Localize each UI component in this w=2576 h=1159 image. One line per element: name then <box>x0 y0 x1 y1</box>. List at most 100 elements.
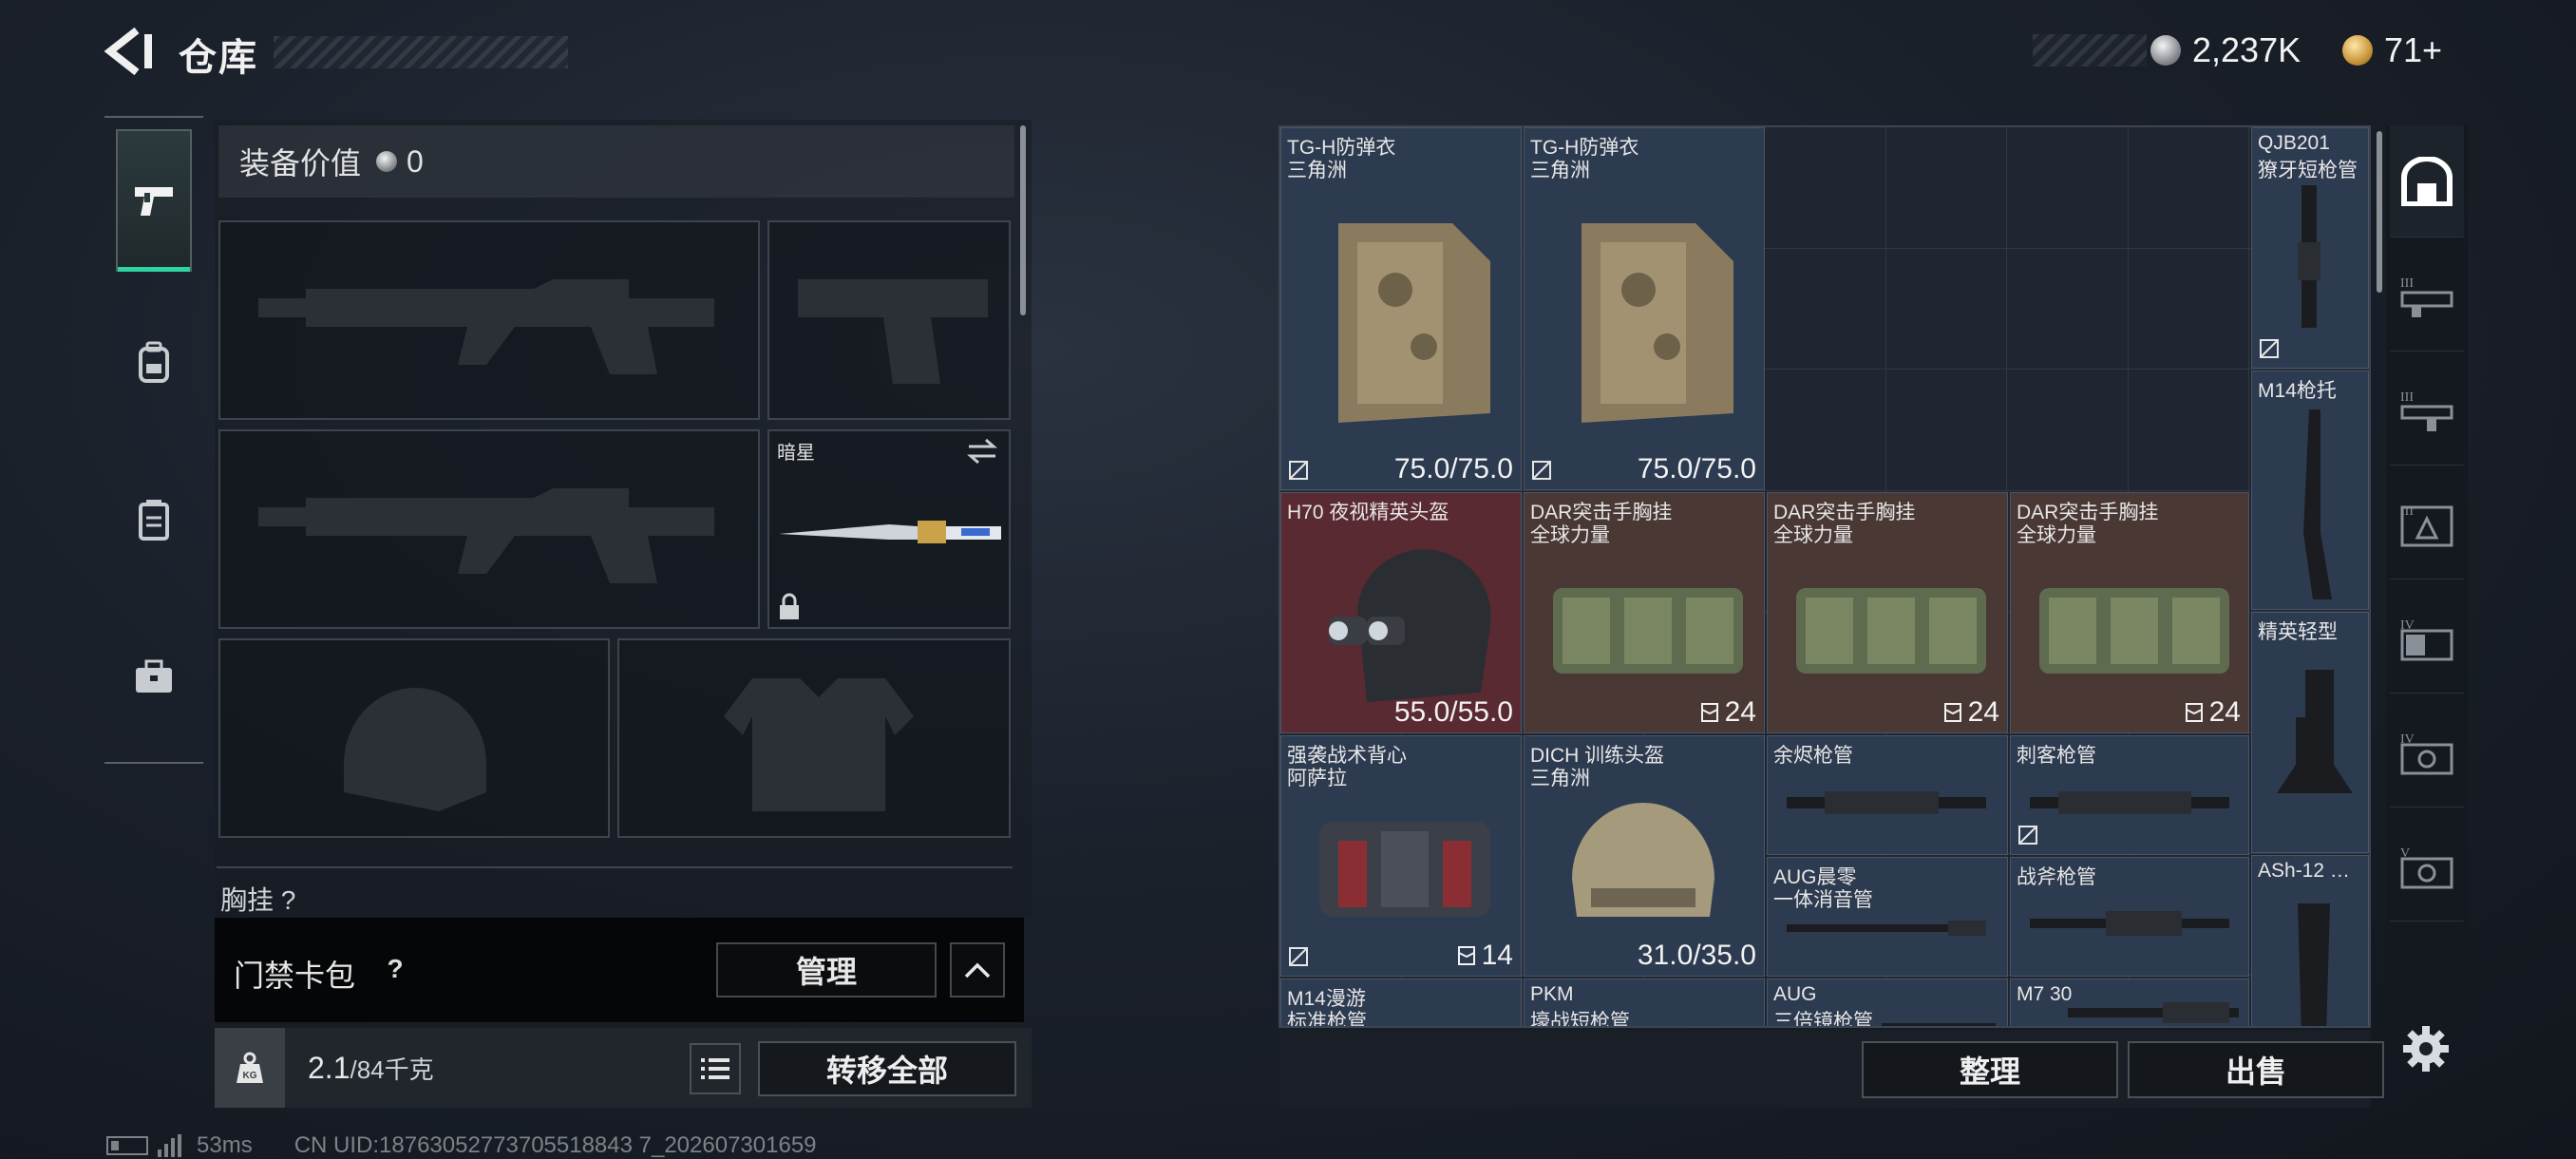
stash-item[interactable]: H70 夜视精英头盔 55.0/55.0 <box>1280 492 1522 733</box>
stash-item[interactable]: DAR突击手胸挂 全球力量 24 <box>1524 492 1765 733</box>
stash-item[interactable]: 余烬枪管 <box>1767 735 2008 855</box>
grid-cell <box>2007 248 2129 370</box>
tab-weapons[interactable] <box>116 129 192 272</box>
stash-item[interactable]: ASh-12 … <box>2251 855 2369 1026</box>
stash-item[interactable]: TG-H防弹衣 三角洲 75.0/75.0 <box>1280 127 1522 490</box>
tier5-container-icon: V <box>2400 846 2453 888</box>
barrel-icon <box>2030 791 2229 814</box>
title-decoration <box>274 36 568 68</box>
card-pack-label: 门禁卡包 <box>234 959 356 993</box>
sort-button[interactable]: 整理 <box>1862 1041 2118 1098</box>
all-items-icon <box>2401 156 2453 206</box>
rail-tab-tier4-cases[interactable]: IV <box>2390 581 2464 694</box>
chest-rig-icon <box>1553 588 1743 674</box>
suppressor-barrel-icon <box>1787 921 1986 936</box>
stash-scrollbar[interactable] <box>2377 131 2382 293</box>
grid-cell <box>1885 127 2007 249</box>
stash-item[interactable]: 战斧枪管 <box>2010 857 2249 977</box>
item-subname: 全球力量 <box>1773 524 1853 546</box>
grid-cell <box>2007 127 2129 249</box>
stash-item[interactable]: TG-H防弹衣 三角洲 75.0/75.0 <box>1524 127 1765 490</box>
stash-item[interactable]: PKM 壕战短枪管 <box>1524 978 1765 1026</box>
magazine-icon <box>2298 903 2330 1026</box>
grid-cell <box>1885 370 2007 491</box>
armor-slot[interactable] <box>617 638 1011 838</box>
signal-icon <box>158 1134 181 1157</box>
weight-current: 2.1 <box>308 1051 350 1085</box>
lock-icon <box>780 593 799 619</box>
stash-item[interactable]: AUG晨零 一体消音管 <box>1767 857 2008 977</box>
no-insure-icon <box>1289 947 1308 966</box>
gear-icon <box>2403 1026 2449 1072</box>
rail-tab-all[interactable] <box>2390 125 2464 238</box>
item-capacity: 24 <box>1943 696 1999 729</box>
transfer-all-button[interactable]: 转移全部 <box>758 1041 1016 1096</box>
stash-item[interactable]: DICH 训练头盔 三角洲 31.0/35.0 <box>1524 735 1765 977</box>
manage-button[interactable]: 管理 <box>716 942 937 998</box>
stash-item[interactable]: DAR突击手胸挂 全球力量 24 <box>2010 492 2249 733</box>
tier3-ammo-icon: III <box>2400 390 2453 431</box>
grid-capacity-icon <box>1457 946 1475 965</box>
barrel-icon <box>1787 791 1986 814</box>
grid-cell <box>2128 370 2249 491</box>
grid-capacity-icon <box>2185 703 2203 722</box>
secondary-weapon-slot[interactable] <box>767 220 1011 420</box>
back-button[interactable] <box>103 25 156 78</box>
stash-item[interactable]: DAR突击手胸挂 全球力量 24 <box>1767 492 2008 733</box>
item-subname: 全球力量 <box>1530 524 1610 546</box>
backpack-icon <box>139 341 169 383</box>
list-view-button[interactable] <box>690 1043 741 1094</box>
rail-tab-tier3-weapons[interactable]: III <box>2390 239 2464 352</box>
gold-currency[interactable]: 71+ <box>2342 30 2442 69</box>
barrel-icon <box>2298 185 2320 328</box>
item-capacity: 24 <box>1700 696 1756 729</box>
grid-cell <box>2128 248 2249 370</box>
stash-item[interactable]: QJB201 獠牙短枪管 <box>2251 127 2369 369</box>
stash-item[interactable]: M7 30 <box>2010 978 2249 1026</box>
stash-item[interactable]: AUG 三倍镜枪管 <box>1767 978 2008 1026</box>
chest-rig-icon <box>2039 588 2229 674</box>
rail-tab-tier3-ammo[interactable]: III <box>2390 353 2464 466</box>
secondary-rifle-slot[interactable] <box>218 429 760 629</box>
helmet-silhouette-icon <box>344 688 486 811</box>
loadout-scrollbar[interactable] <box>1020 125 1026 315</box>
stash-item[interactable]: M14枪托 <box>2251 370 2369 610</box>
stash-actions: 整理 出售 <box>1279 1030 2384 1108</box>
sell-button[interactable]: 出售 <box>2128 1041 2384 1098</box>
tab-chest-rig[interactable] <box>116 448 192 591</box>
rail-tab-tier4-containers[interactable]: IV <box>2390 695 2464 808</box>
item-name: M14枪托 <box>2258 380 2337 402</box>
pistol-silhouette-icon <box>798 279 988 384</box>
collapse-button[interactable] <box>950 942 1005 998</box>
stash-item[interactable]: 精英轻型 <box>2251 612 2369 853</box>
barrel-icon <box>2068 1002 2239 1023</box>
currency-decoration <box>2033 34 2147 66</box>
item-subname: 獠牙短枪管 <box>2258 160 2358 181</box>
tier3-armor-icon: III <box>2400 504 2453 546</box>
help-icon[interactable]: ? <box>378 952 412 986</box>
grip-icon <box>2277 670 2353 793</box>
settings-button[interactable] <box>2399 1022 2453 1075</box>
stash-item[interactable]: 强袭战术背心 阿萨拉 14 <box>1280 735 1522 977</box>
equipment-value-amount: 0 <box>407 143 424 179</box>
item-durability: 75.0/75.0 <box>1393 453 1513 484</box>
loadout-tabs <box>104 116 203 764</box>
stash-item[interactable]: M14漫游 标准枪管 <box>1280 978 1522 1026</box>
armor-silhouette-icon <box>724 678 914 811</box>
melee-slot[interactable]: 暗星 <box>767 429 1011 629</box>
rail-tab-tier3-armor[interactable]: III <box>2390 467 2464 580</box>
primary-weapon-slot[interactable] <box>218 220 760 420</box>
stash-item[interactable]: 刺客枪管 <box>2010 735 2249 855</box>
no-insure-icon <box>2260 339 2279 358</box>
item-name: PKM <box>1530 983 1574 1005</box>
item-name: 精英轻型 <box>2258 621 2338 643</box>
barrel-icon <box>2030 911 2229 936</box>
silver-currency-value: 2,237K <box>2192 30 2301 69</box>
tab-toolbox[interactable] <box>116 606 192 749</box>
svg-text:KG: KG <box>243 1071 257 1081</box>
helmet-slot[interactable] <box>218 638 610 838</box>
weight-max: /84千克 <box>350 1055 434 1084</box>
tier3-weapon-icon: III <box>2400 276 2453 317</box>
rail-tab-tier5-containers[interactable]: V <box>2390 809 2464 922</box>
tab-backpack[interactable] <box>116 291 192 433</box>
